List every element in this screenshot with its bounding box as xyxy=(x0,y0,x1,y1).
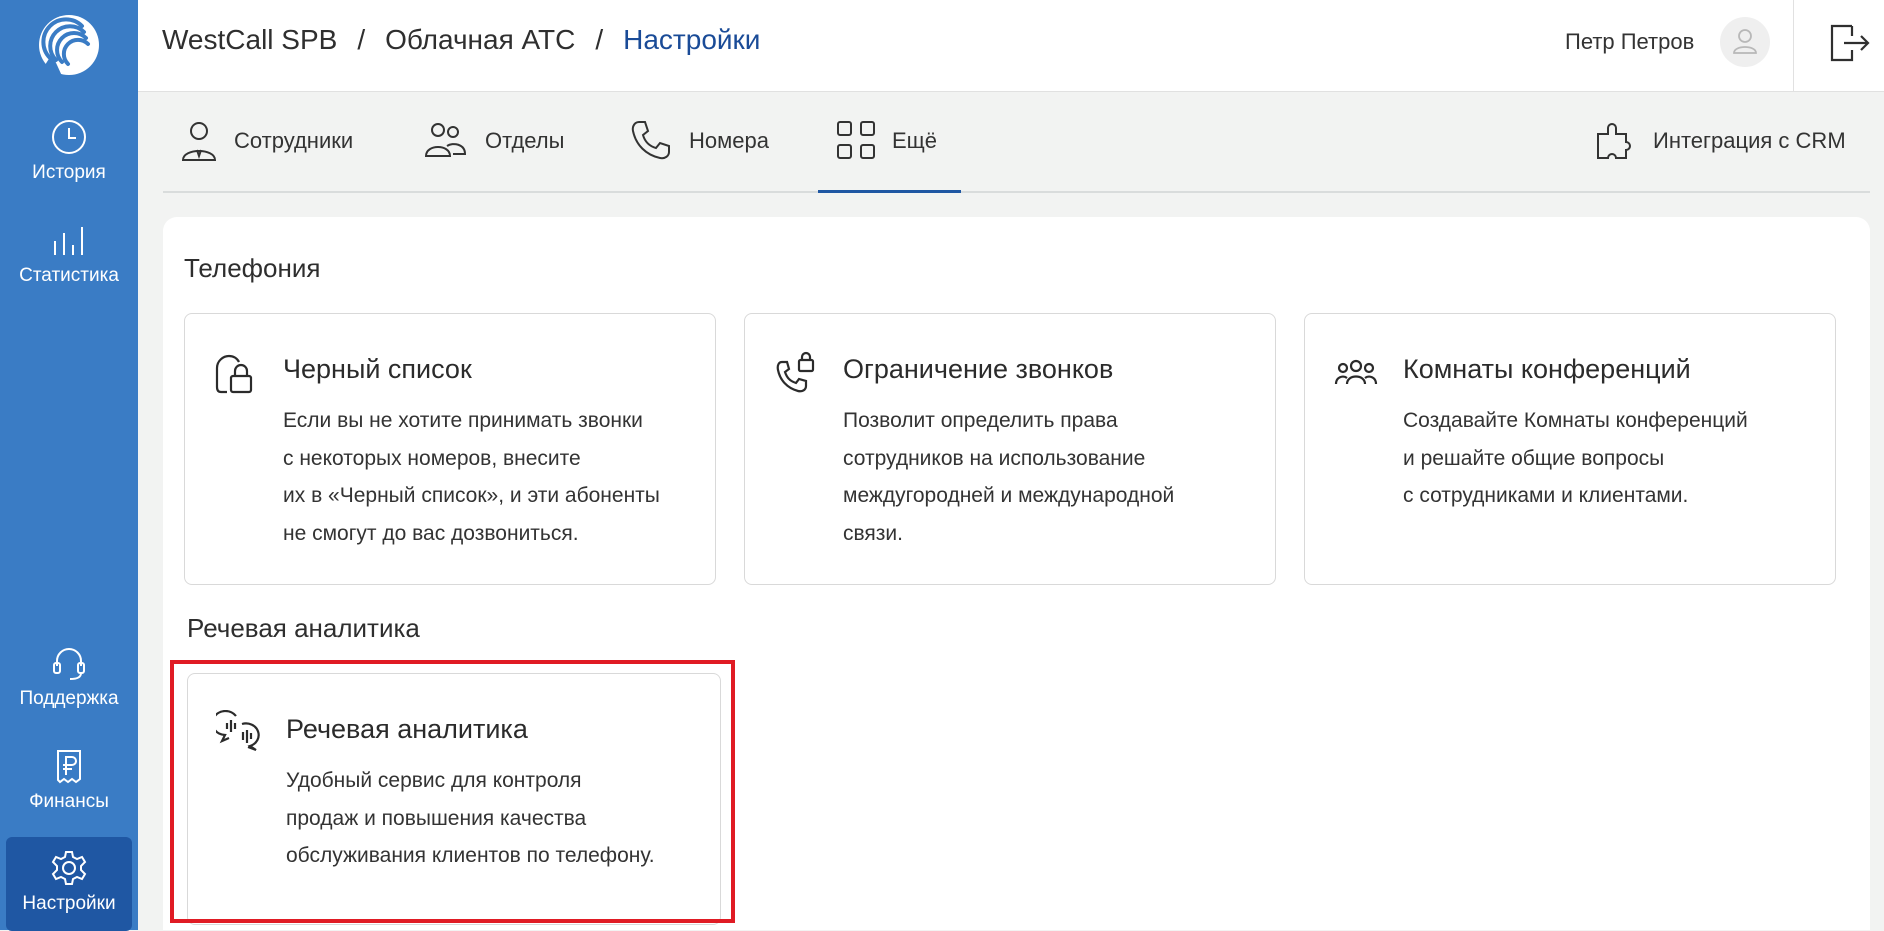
employee-icon xyxy=(181,122,217,161)
tab-employees[interactable]: Сотрудники xyxy=(177,92,353,191)
user-icon xyxy=(1733,29,1757,54)
tab-label: Интеграция с CRM xyxy=(1653,128,1846,153)
card-title: Комнаты конференций xyxy=(1403,354,1691,384)
tab-label: Номера xyxy=(689,128,769,153)
tab-more[interactable]: Ещё xyxy=(818,92,961,193)
tab-bar: Сотрудники Отделы Номера Ещё Интеграция … xyxy=(163,92,1870,193)
breadcrumb-separator: / xyxy=(357,24,366,55)
speech-analytics-icon xyxy=(216,710,260,752)
sidebar-item-label: Финансы xyxy=(29,791,109,812)
tab-departments[interactable]: Отделы xyxy=(423,92,573,191)
sidebar-item-label: Статистика xyxy=(19,265,119,286)
tab-label: Отделы xyxy=(485,128,565,153)
westcall-logo-icon[interactable] xyxy=(38,14,100,76)
headset-icon xyxy=(53,648,85,680)
bar-chart-icon xyxy=(54,227,83,255)
card-title: Ограничение звонков xyxy=(843,354,1114,384)
breadcrumb-item-company[interactable]: WestCall SPB xyxy=(162,24,337,55)
ruble-document-icon xyxy=(57,750,81,784)
settings-panel: Телефония Черный список Если вы не хотит… xyxy=(163,217,1870,930)
card-description: Если вы не хотите принимать звонки с нек… xyxy=(283,409,660,545)
lock-phone-icon xyxy=(215,354,253,394)
card-description: Удобный сервис для контроля продаж и пов… xyxy=(286,769,655,867)
sidebar-item-settings[interactable]: Настройки xyxy=(6,837,132,931)
gear-icon xyxy=(51,851,87,885)
sidebar-item-label: Поддержка xyxy=(19,688,119,709)
sidebar-item-support[interactable]: Поддержка xyxy=(6,632,132,726)
header-divider xyxy=(1793,0,1794,91)
avatar[interactable] xyxy=(1720,17,1770,67)
card-title: Черный список xyxy=(283,354,472,384)
sidebar-item-finance[interactable]: Финансы xyxy=(6,735,132,829)
breadcrumb-item-pbx[interactable]: Облачная АТС xyxy=(385,24,575,55)
group-icon xyxy=(1334,359,1378,385)
tab-crm-integration[interactable]: Интеграция с CRM xyxy=(1594,92,1854,191)
top-header: WestCall SPB / Облачная АТС / Настройки Петр… xyxy=(138,0,1884,92)
sidebar-item-statistics[interactable]: Статистика xyxy=(6,209,132,303)
card-title: Речевая аналитика xyxy=(286,714,528,744)
card-description: Создавайте Комнаты конференций и решайте… xyxy=(1403,409,1748,507)
tab-numbers[interactable]: Номера xyxy=(629,92,779,191)
departments-icon xyxy=(424,123,467,157)
breadcrumb-separator: / xyxy=(595,24,604,55)
sidebar-item-label: Настройки xyxy=(22,893,116,914)
puzzle-icon xyxy=(1597,123,1631,159)
sidebar: История Статистика Поддержка Финансы Нас… xyxy=(0,0,138,931)
phone-icon xyxy=(631,121,670,160)
breadcrumb: WestCall SPB / Облачная АТС / Настройки xyxy=(162,24,760,56)
grid-icon xyxy=(837,121,875,159)
clock-icon xyxy=(52,120,86,154)
card-speech-analytics[interactable]: Речевая аналитика Удобный сервис для кон… xyxy=(187,673,721,925)
section-title-speech-analytics: Речевая аналитика xyxy=(187,613,420,643)
card-call-restriction[interactable]: Ограничение звонков Позволит определить … xyxy=(744,313,1276,585)
logout-icon[interactable] xyxy=(1826,20,1872,66)
card-blacklist[interactable]: Черный список Если вы не хотите принимат… xyxy=(184,313,716,585)
tab-label: Сотрудники xyxy=(234,128,354,153)
card-description: Позволит определить права сотрудников на… xyxy=(843,409,1175,545)
breadcrumb-item-current: Настройки xyxy=(623,24,761,55)
section-title-telephony: Телефония xyxy=(184,253,321,283)
sidebar-item-history[interactable]: История xyxy=(6,106,132,200)
card-conference-rooms[interactable]: Комнаты конференций Создавайте Комнаты к… xyxy=(1304,313,1836,585)
user-name[interactable]: Петр Петров xyxy=(1565,29,1694,55)
tab-label: Ещё xyxy=(892,128,938,153)
phone-lock-icon xyxy=(776,351,815,393)
sidebar-item-label: История xyxy=(32,162,106,183)
